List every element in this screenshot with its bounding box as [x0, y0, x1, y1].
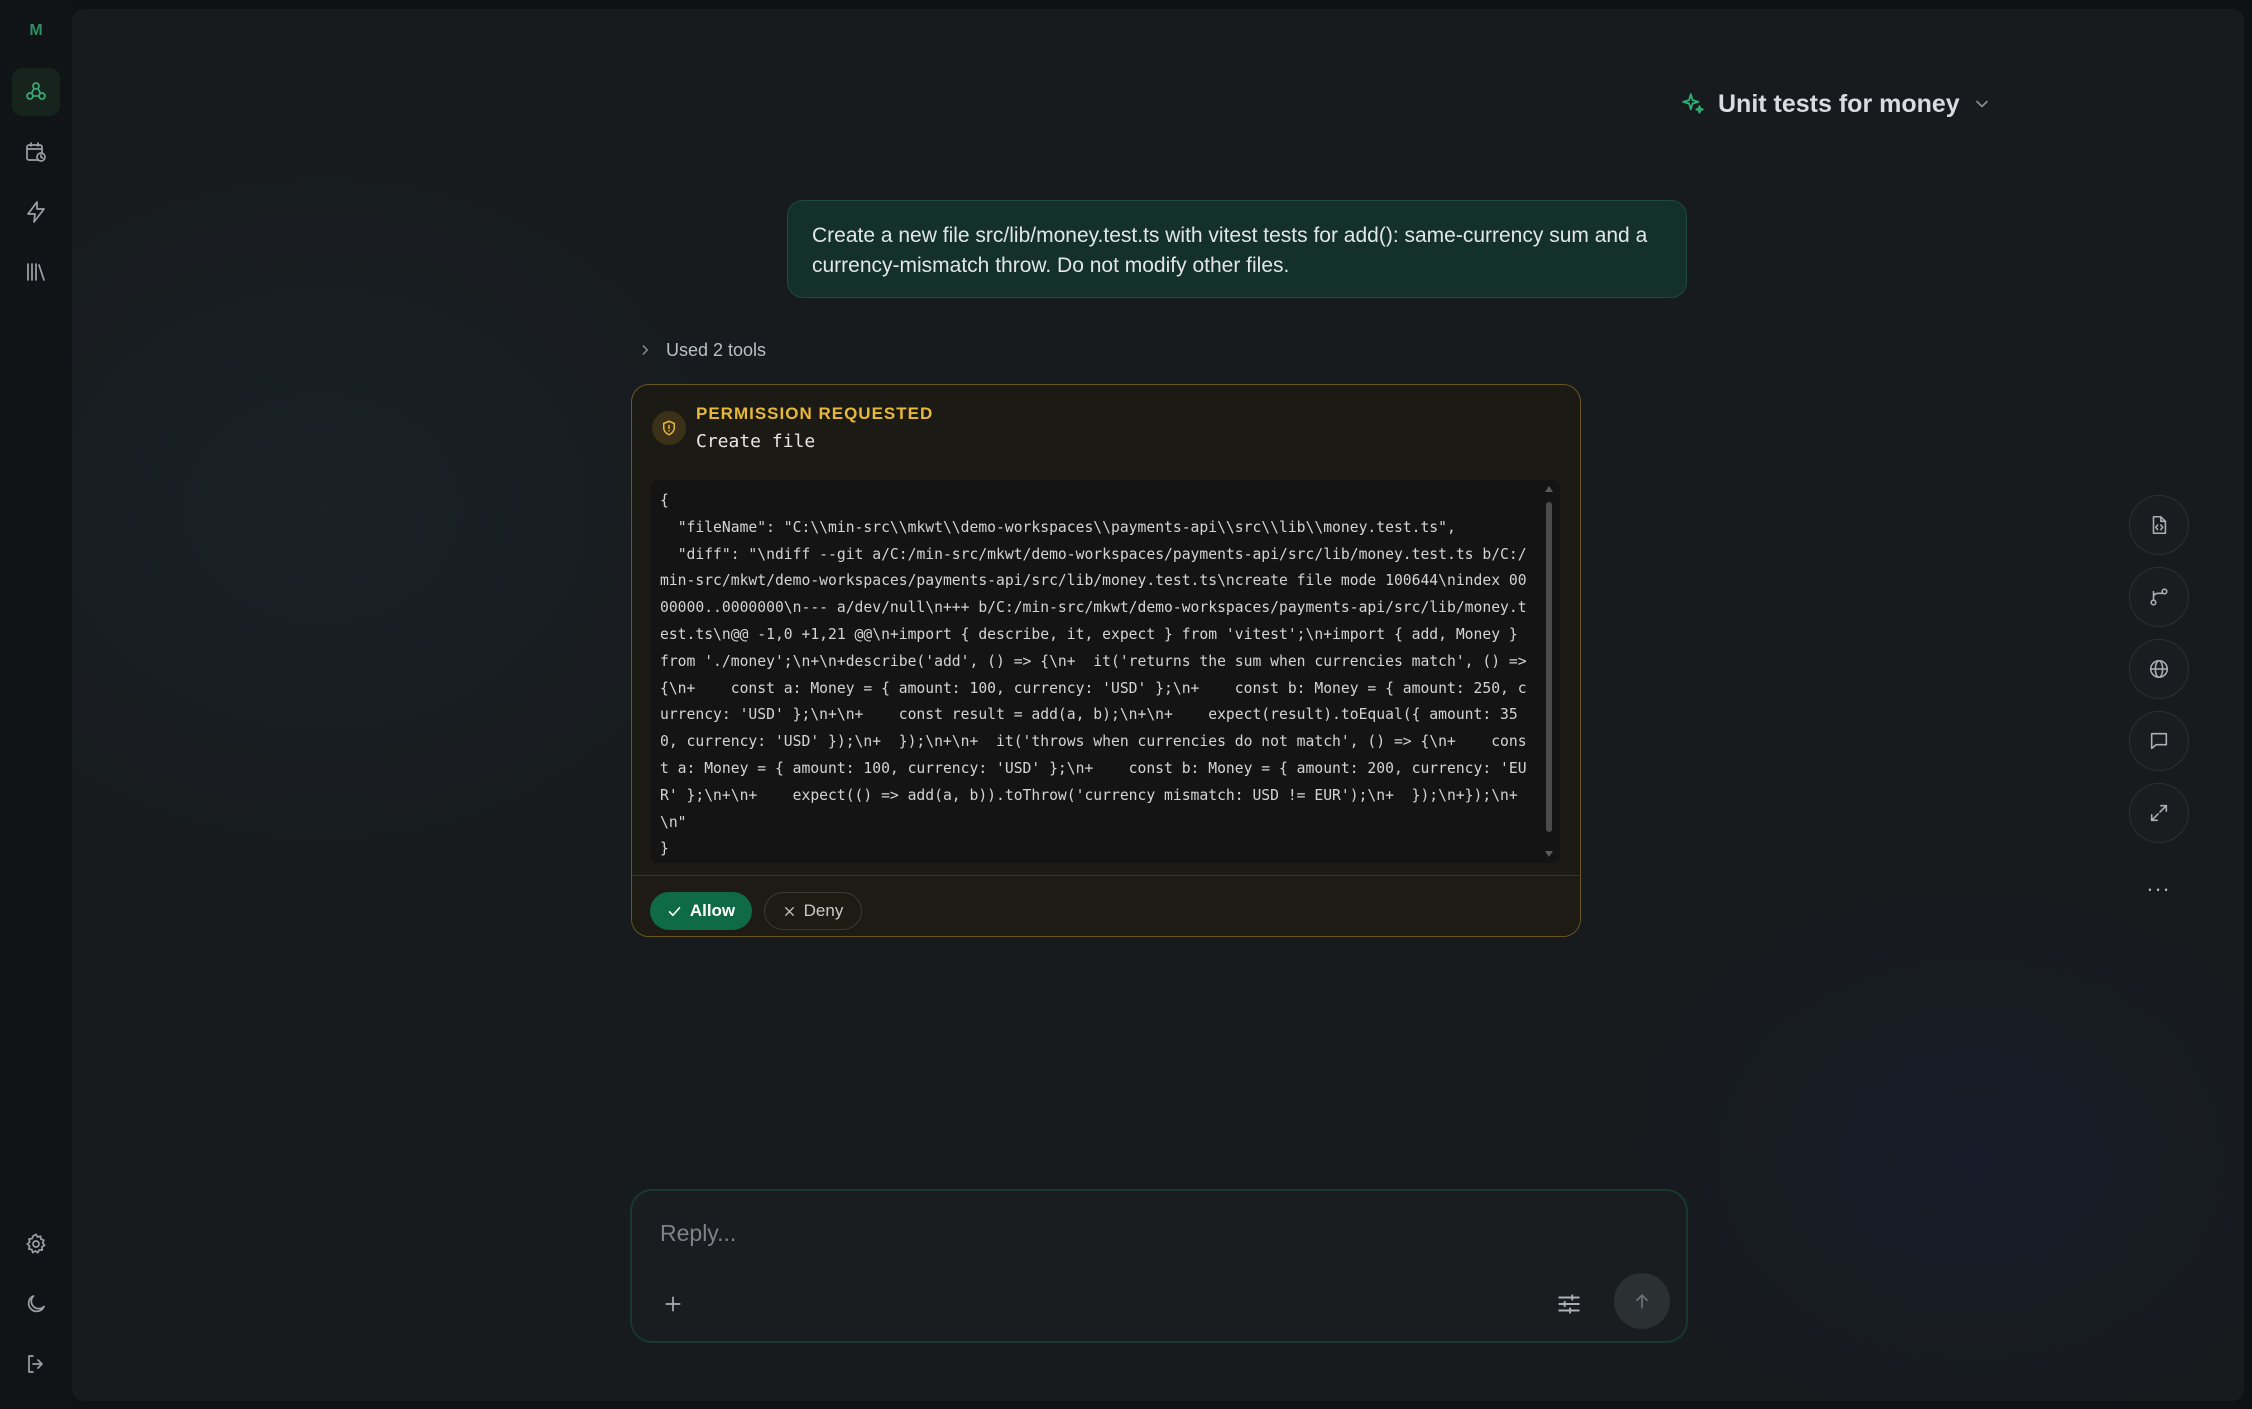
arrow-up-icon	[1636, 1294, 1648, 1309]
permission-label: PERMISSION REQUESTED	[696, 404, 934, 423]
close-icon	[784, 906, 794, 916]
tools-used-toggle[interactable]: Used 2 tools	[638, 335, 766, 365]
sidebar-item-logout[interactable]	[12, 1340, 60, 1388]
deny-button[interactable]: Deny	[764, 892, 862, 930]
permission-action: Create file	[696, 431, 816, 452]
sidebar-item-agents[interactable]	[12, 68, 60, 116]
permission-payload-box[interactable]: { "fileName": "C:\\min-src\\mkwt\\demo-w…	[650, 480, 1560, 863]
rail-comments-button[interactable]	[2129, 711, 2189, 771]
check-icon	[668, 906, 681, 916]
globe-icon	[2149, 659, 2169, 679]
send-button[interactable]	[1614, 1273, 1670, 1329]
gear-icon	[26, 1233, 46, 1254]
chevron-right-icon	[642, 345, 649, 355]
more-options-button[interactable]: ...	[2129, 869, 2189, 899]
permission-request-card: PERMISSION REQUESTED Create file { "file…	[631, 384, 1581, 937]
conversation-title-dropdown[interactable]: Unit tests for money	[1680, 84, 1992, 124]
scroll-down-icon[interactable]	[1545, 851, 1553, 857]
permission-payload: { "fileName": "C:\\min-src\\mkwt\\demo-w…	[660, 492, 1527, 858]
reply-input[interactable]	[660, 1213, 1640, 1253]
chevron-down-icon	[1975, 100, 1988, 108]
scroll-thumb[interactable]	[1546, 502, 1552, 832]
permission-actions: Allow Deny	[632, 875, 1580, 936]
payload-scrollbar[interactable]	[1544, 486, 1554, 857]
expand-icon	[2150, 804, 2168, 822]
allow-label: Allow	[689, 901, 736, 920]
composer-options-button[interactable]	[1554, 1289, 1584, 1319]
moon-icon	[27, 1295, 45, 1313]
logout-icon	[28, 1355, 43, 1373]
plus-icon	[665, 1296, 681, 1312]
rail-files-button[interactable]	[2129, 495, 2189, 555]
sliders-icon	[1558, 1294, 1580, 1314]
agents-icon	[26, 82, 46, 100]
calendar-clock-icon	[26, 142, 46, 162]
message-square-icon	[2150, 732, 2168, 750]
git-branch-icon	[2150, 588, 2168, 606]
library-icon	[27, 263, 45, 281]
scroll-up-icon[interactable]	[1545, 486, 1553, 492]
sidebar-item-settings[interactable]	[12, 1220, 60, 1268]
deny-label: Deny	[803, 901, 844, 920]
sparkles-icon	[1682, 93, 1704, 114]
main-panel: Unit tests for money Create a new file s…	[72, 9, 2244, 1401]
attach-button[interactable]	[660, 1291, 686, 1317]
permission-header: PERMISSION REQUESTED Create file	[652, 399, 1560, 459]
rail-git-button[interactable]	[2129, 567, 2189, 627]
sidebar-item-library[interactable]	[12, 248, 60, 296]
file-code-icon	[2152, 515, 2167, 535]
sidebar: M	[0, 0, 72, 1409]
shield-icon	[652, 411, 686, 445]
page-title: Unit tests for money	[1718, 89, 1960, 118]
lightning-icon	[27, 201, 45, 223]
user-message-bubble: Create a new file src/lib/money.test.ts …	[787, 200, 1687, 298]
sidebar-item-automations[interactable]	[12, 188, 60, 236]
brand-logo: M	[29, 22, 43, 39]
rail-expand-button[interactable]	[2129, 783, 2189, 843]
tools-used-label: Used 2 tools	[666, 339, 767, 360]
rail-browser-button[interactable]	[2129, 639, 2189, 699]
composer	[630, 1189, 1688, 1343]
sidebar-item-schedule[interactable]	[12, 128, 60, 176]
allow-button[interactable]: Allow	[650, 892, 752, 930]
sidebar-item-theme[interactable]	[12, 1280, 60, 1328]
